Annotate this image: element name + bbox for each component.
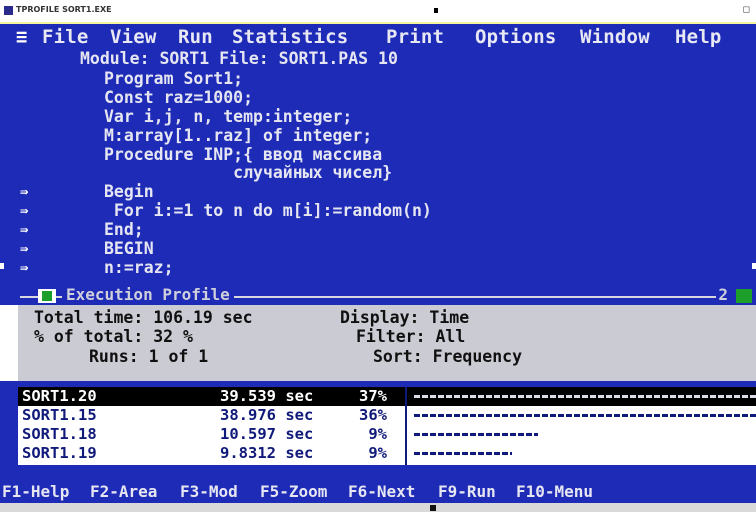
area-name: SORT1.15 xyxy=(22,406,97,424)
code-line: Program Sort1; xyxy=(104,69,244,88)
result-row[interactable]: SORT1.15 38.976 sec 36% xyxy=(18,406,756,425)
line-marker-arrow-icon: ⇛ xyxy=(20,184,29,200)
sort-setting: Sort: Frequency xyxy=(373,347,523,366)
title-bar-marker xyxy=(434,8,438,13)
menu-file[interactable]: File xyxy=(42,26,89,48)
area-percent: 9% xyxy=(368,444,387,462)
scroll-thumb[interactable] xyxy=(430,505,436,511)
execution-window-frame: Execution Profile 2 xyxy=(0,285,756,305)
code-line: Procedure INP;{ ввод массива xyxy=(104,145,383,164)
scroll-marker xyxy=(0,263,4,269)
code-line: n:=raz; xyxy=(104,258,174,277)
menu-statistics[interactable]: Statistics xyxy=(232,26,348,48)
result-row[interactable]: SORT1.18 10.597 sec 9% xyxy=(18,425,756,444)
execution-window-title: Execution Profile xyxy=(62,285,234,304)
key-next[interactable]: F6-Next xyxy=(348,482,415,501)
window-number: 2 xyxy=(716,285,730,304)
area-name: SORT1.18 xyxy=(22,425,97,443)
code-line: Const raz=1000; xyxy=(104,88,254,107)
profile-results-list: SORT1.20 39.539 sec 37% SORT1.15 38.976 … xyxy=(18,387,756,465)
status-bar: F1-Help F2-Area F3-Mod F5-Zoom F6-Next F… xyxy=(0,465,756,503)
line-marker-arrow-icon: ⇛ xyxy=(20,260,29,276)
menu-print[interactable]: Print xyxy=(386,26,444,48)
app-icon xyxy=(4,6,13,15)
close-window-button[interactable] xyxy=(38,289,56,303)
execution-profile-summary: Total time: 106.19 sec % of total: 32 % … xyxy=(18,305,756,381)
minimize-button[interactable]: ◻ xyxy=(743,5,750,15)
key-menu[interactable]: F10-Menu xyxy=(516,482,593,501)
code-line: M:array[1..raz] of integer; xyxy=(104,126,373,145)
menu-window[interactable]: Window xyxy=(580,26,650,48)
line-marker-arrow-icon: ⇛ xyxy=(20,241,29,257)
code-line: случайных чисел} xyxy=(104,163,393,182)
line-marker-arrow-icon: ⇛ xyxy=(20,203,29,219)
area-percent: 36% xyxy=(359,406,387,424)
module-window: Module: SORT1 File: SORT1.PAS 10 Program… xyxy=(0,49,756,287)
area-percent: 9% xyxy=(368,425,387,443)
result-row[interactable]: SORT1.19 9.8312 sec 9% xyxy=(18,444,756,463)
menu-options[interactable]: Options xyxy=(475,26,556,48)
filter-setting: Filter: All xyxy=(356,327,466,346)
system-menu[interactable]: ≡ xyxy=(16,26,30,48)
scroll-marker xyxy=(752,263,756,269)
area-time: 10.597 sec xyxy=(220,425,314,443)
menu-run[interactable]: Run xyxy=(178,26,213,48)
area-time: 9.8312 sec xyxy=(220,444,314,462)
time-histogram-bar xyxy=(414,433,538,436)
code-line: Var i,j, n, temp:integer; xyxy=(104,107,353,126)
area-time: 39.539 sec xyxy=(220,387,314,405)
time-histogram-bar xyxy=(414,414,756,417)
area-time: 38.976 sec xyxy=(220,406,314,424)
left-gutter xyxy=(0,387,18,465)
histogram-divider xyxy=(405,387,407,465)
key-zoom[interactable]: F5-Zoom xyxy=(260,482,327,501)
time-histogram-bar xyxy=(414,452,512,455)
key-run[interactable]: F9-Run xyxy=(438,482,496,501)
menu-help[interactable]: Help xyxy=(675,26,722,48)
title-bar: TPROFILE SORT1.EXE ◻ xyxy=(0,0,756,22)
close-box-icon xyxy=(42,291,52,301)
area-percent: 37% xyxy=(359,387,387,405)
line-marker-arrow-icon: ⇛ xyxy=(20,222,29,238)
menu-view[interactable]: View xyxy=(110,26,157,48)
key-area[interactable]: F2-Area xyxy=(90,482,157,501)
code-line: Begin xyxy=(104,182,154,201)
time-histogram-bar xyxy=(414,395,756,398)
menu-bar: ≡ File View Run Statistics Print Options… xyxy=(0,22,756,51)
total-time: Total time: 106.19 sec xyxy=(34,308,253,327)
module-header: Module: SORT1 File: SORT1.PAS 10 xyxy=(80,49,398,68)
tprofile-window: TPROFILE SORT1.EXE ◻ ≡ File View Run Sta… xyxy=(0,0,756,512)
runs-count: Runs: 1 of 1 xyxy=(89,347,209,366)
zoom-window-button[interactable] xyxy=(736,289,752,303)
display-setting: Display: Time xyxy=(340,308,470,327)
area-name: SORT1.19 xyxy=(22,444,97,462)
result-row[interactable]: SORT1.20 39.539 sec 37% xyxy=(18,387,756,406)
key-mod[interactable]: F3-Mod xyxy=(180,482,238,501)
percent-of-total: % of total: 32 % xyxy=(34,327,193,346)
window-title: TPROFILE SORT1.EXE xyxy=(16,5,112,14)
key-help[interactable]: F1-Help xyxy=(2,482,69,501)
area-name: SORT1.20 xyxy=(22,387,97,405)
code-line: For i:=1 to n do m[i]:=random(n) xyxy=(104,201,432,220)
code-line: End; xyxy=(104,220,144,239)
code-line: BEGIN xyxy=(104,239,154,258)
horizontal-scrollbar[interactable] xyxy=(0,503,756,512)
